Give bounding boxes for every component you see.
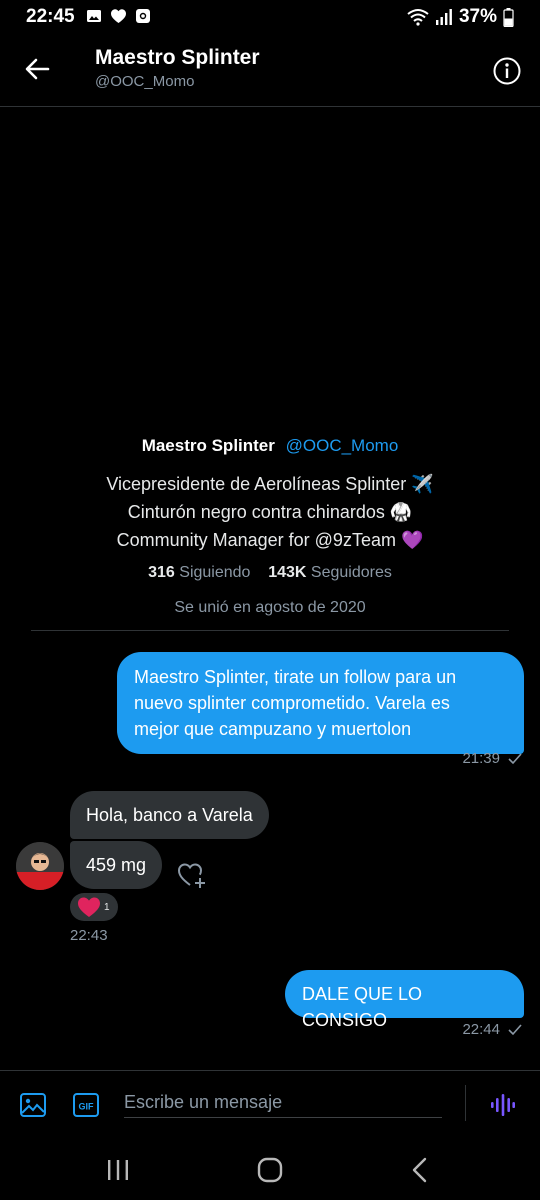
profile-bio: Vicepresidente de Aerolíneas Splinter ✈️… (0, 470, 540, 554)
signal-icon (435, 9, 452, 25)
svg-text:GIF: GIF (79, 1102, 95, 1112)
avatar-image (16, 842, 64, 890)
bio-line: Community Manager for @9zTeam 💜 (116, 530, 424, 550)
following-stat[interactable]: 316 Siguiendo (148, 564, 250, 581)
add-reaction-icon[interactable] (176, 859, 208, 891)
divider (31, 630, 509, 631)
status-time: 22:45 (26, 6, 75, 27)
message-composer: GIF (0, 1070, 540, 1141)
divider (465, 1085, 466, 1121)
avatar[interactable] (16, 842, 64, 890)
image-icon[interactable] (19, 1091, 47, 1119)
message-input[interactable] (124, 1087, 442, 1118)
message-line: Maestro Splinter, tirate un follow para … (134, 667, 457, 687)
message-time: 22:44 (462, 1021, 500, 1038)
recent-apps-icon[interactable] (98, 1154, 138, 1186)
voice-message-icon[interactable] (489, 1091, 517, 1119)
message-line: mejor que campuzano y muertolon (134, 719, 412, 739)
message-text: 459 mg (86, 855, 147, 875)
heart-icon (111, 9, 126, 23)
message-text: DALE QUE LO CONSIGO (302, 984, 423, 1030)
sent-check-icon (508, 1023, 522, 1035)
reaction-heart-icon (76, 896, 102, 918)
message-bubble-incoming[interactable]: Hola, banco a Varela (70, 791, 269, 839)
followers-stat[interactable]: 143K Seguidores (268, 564, 392, 581)
message-meta: 22:44 (462, 1021, 522, 1038)
message-time: 22:43 (70, 927, 108, 944)
message-meta: 21:39 (462, 750, 522, 767)
home-icon[interactable] (250, 1154, 290, 1186)
profile-name[interactable]: Maestro Splinter (142, 436, 275, 455)
message-reaction[interactable]: 1 (70, 893, 118, 921)
bio-line: Vicepresidente de Aerolíneas Splinter ✈️ (106, 474, 434, 494)
bio-line: Cinturón negro contra chinardos 🥋 (127, 502, 413, 522)
message-time: 21:39 (462, 750, 500, 767)
header-handle[interactable]: @OOC_Momo (95, 73, 194, 90)
profile-stats: 316 Siguiendo 143K Seguidores (0, 564, 540, 582)
message-bubble-incoming[interactable]: 459 mg (70, 841, 163, 889)
conversation-header: Maestro Splinter @OOC_Momo (0, 34, 540, 107)
profile-joined-date: Se unió en agosto de 2020 (174, 599, 366, 616)
wifi-icon (407, 9, 429, 26)
instagram-icon (136, 9, 150, 23)
reaction-count: 1 (104, 901, 110, 913)
battery-percent: 37% (458, 6, 497, 27)
back-arrow-icon[interactable] (22, 54, 52, 84)
battery-icon (503, 7, 514, 27)
info-icon[interactable] (492, 56, 522, 86)
profile-handle[interactable]: @OOC_Momo (286, 436, 399, 455)
gif-icon[interactable]: GIF (72, 1091, 100, 1119)
image-icon (87, 10, 101, 22)
message-line: nuevo splinter comprometido. Varela es (134, 693, 450, 713)
message-bubble-outgoing[interactable]: DALE QUE LO CONSIGO (285, 970, 524, 1030)
message-meta: 22:43 (70, 927, 108, 944)
message-bubble-outgoing[interactable]: Maestro Splinter, tirate un follow para … (117, 652, 524, 754)
header-title[interactable]: Maestro Splinter (95, 46, 260, 70)
message-text: Hola, banco a Varela (86, 805, 253, 825)
system-navigation-bar (0, 1140, 540, 1200)
back-icon[interactable] (400, 1154, 440, 1186)
profile-card: Maestro Splinter @OOC_Momo Vicepresident… (0, 436, 540, 617)
sent-check-icon (508, 752, 522, 764)
status-bar: 22:45 37% (0, 0, 540, 34)
